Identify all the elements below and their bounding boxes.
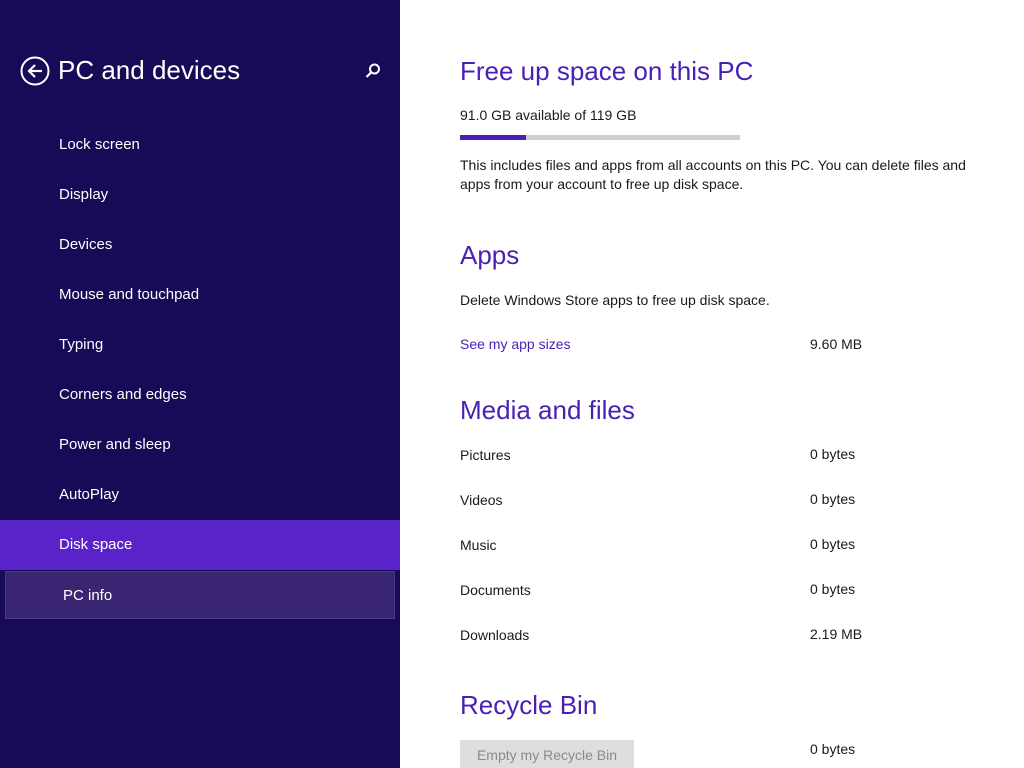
sidebar-item-autoplay[interactable]: AutoPlay (0, 470, 400, 520)
sidebar-item-power-and-sleep[interactable]: Power and sleep (0, 420, 400, 470)
storage-progress-bar (460, 135, 740, 140)
sidebar-item-typing[interactable]: Typing (0, 320, 400, 370)
sidebar-item-label: Mouse and touchpad (59, 286, 200, 303)
apps-size-value: 9.60 MB (810, 336, 863, 352)
sidebar-item-devices[interactable]: Devices (0, 220, 400, 270)
media-heading: Media and files (460, 395, 635, 425)
settings-window: PC and devices Lock screen Display Devic… (0, 0, 1024, 768)
sidebar-item-mouse-and-touchpad[interactable]: Mouse and touchpad (0, 270, 400, 320)
media-row-value: 0 bytes (810, 581, 856, 597)
sidebar-item-label: Power and sleep (59, 436, 171, 453)
media-row-value: 0 bytes (810, 536, 856, 552)
media-row-label: Videos (460, 492, 503, 508)
sidebar-item-display[interactable]: Display (0, 170, 400, 220)
sidebar-item-label: Corners and edges (59, 386, 187, 403)
media-row-value: 2.19 MB (810, 626, 863, 642)
sidebar-item-disk-space[interactable]: Disk space (0, 520, 400, 570)
sidebar-item-label: AutoPlay (59, 486, 120, 503)
media-row-value: 0 bytes (810, 446, 856, 462)
sidebar-title: PC and devices (58, 55, 241, 85)
media-row-value: 0 bytes (810, 491, 856, 507)
sidebar-header: PC and devices (20, 55, 390, 86)
media-row-label: Documents (460, 582, 531, 598)
main-content: Free up space on this PC 91.0 GB availab… (460, 0, 1000, 768)
storage-description: This includes files and apps from all ac… (460, 157, 966, 192)
storage-summary: 91.0 GB available of 119 GB (460, 107, 637, 123)
page-title: Free up space on this PC (460, 56, 754, 86)
search-icon[interactable] (364, 62, 382, 80)
recycle-bin-heading: Recycle Bin (460, 690, 598, 720)
back-arrow-icon[interactable] (20, 56, 50, 86)
sidebar-item-lock-screen[interactable]: Lock screen (0, 120, 400, 170)
sidebar: PC and devices Lock screen Display Devic… (0, 0, 400, 768)
sidebar-item-label: Devices (59, 236, 113, 253)
media-row-label: Downloads (460, 627, 530, 643)
sidebar-item-label: Lock screen (59, 136, 140, 153)
sidebar-item-pc-info[interactable]: PC info (5, 571, 395, 619)
sidebar-nav: Lock screen Display Devices Mouse and to… (0, 120, 400, 619)
sidebar-item-corners-and-edges[interactable]: Corners and edges (0, 370, 400, 420)
sidebar-item-label: Typing (59, 336, 104, 353)
media-row-label: Music (460, 537, 497, 553)
sidebar-item-label: PC info (63, 587, 113, 604)
recycle-bin-size-value: 0 bytes (810, 741, 856, 757)
apps-heading: Apps (460, 240, 520, 270)
see-app-sizes-link[interactable]: See my app sizes (460, 336, 571, 352)
sidebar-item-label: Disk space (59, 536, 133, 553)
storage-progress-fill (460, 135, 526, 140)
empty-recycle-bin-button[interactable]: Empty my Recycle Bin (460, 740, 634, 768)
media-row-label: Pictures (460, 447, 511, 463)
sidebar-item-label: Display (59, 186, 109, 203)
apps-description: Delete Windows Store apps to free up dis… (460, 292, 770, 308)
